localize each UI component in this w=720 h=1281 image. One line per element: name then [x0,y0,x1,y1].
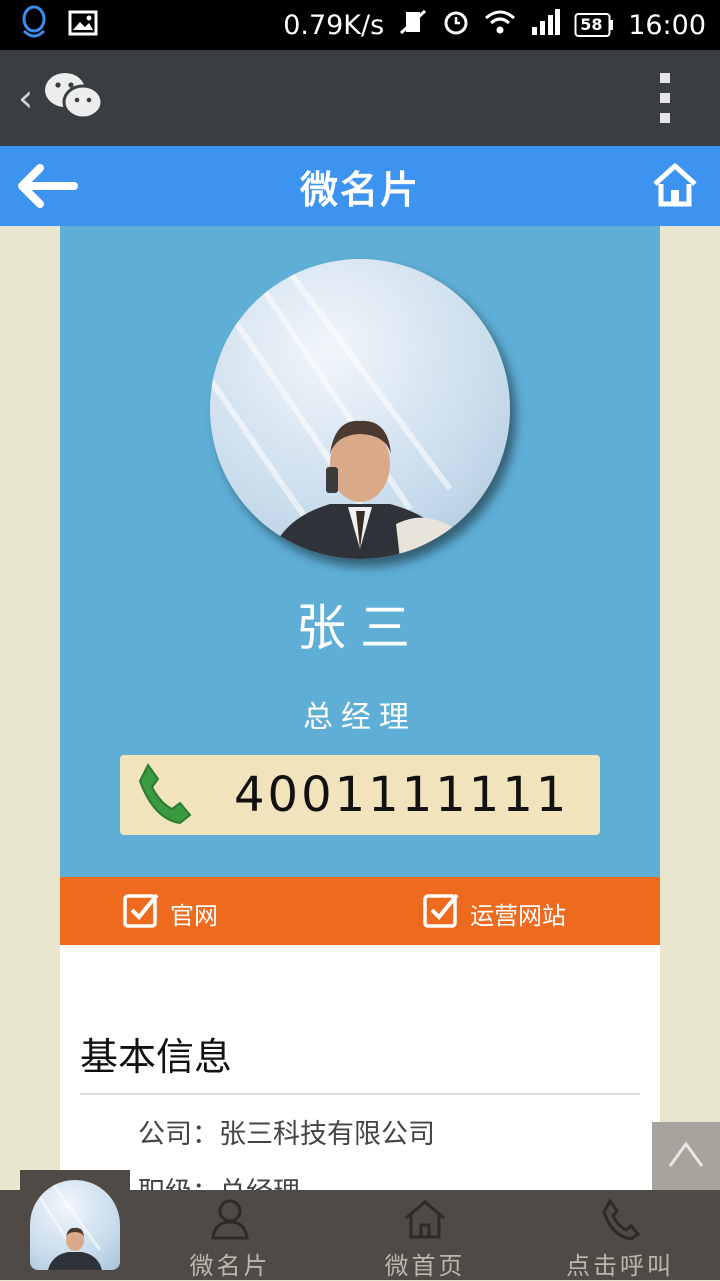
avatar-thumbnail-button[interactable] [20,1170,130,1280]
house-icon [403,1198,447,1244]
phone-icon [134,761,192,829]
link-operations-site-label: 运营网站 [470,901,566,930]
wechat-toolbar: ‹ [0,50,720,146]
wechat-logo-icon[interactable] [43,70,105,126]
avatar [210,259,510,559]
clock: 16:00 [628,9,706,41]
checkbox-icon [422,891,460,935]
divider [80,1093,640,1095]
section-title: 基本信息 [80,1035,233,1079]
home-icon[interactable] [652,162,698,212]
network-speed: 0.79K/s [283,9,385,41]
wechat-back-chevron-icon[interactable]: ‹ [18,76,33,120]
image-notification-icon [68,10,98,40]
nav-home-label: 微首页 [384,1252,466,1280]
link-bar: 官网 运营网站 [60,877,660,945]
nav-call[interactable]: 点击呼叫 [555,1190,685,1280]
contact-position: 总经理 [303,700,417,735]
title-bar: 微名片 [0,146,720,226]
qq-penguin-icon [18,5,50,45]
chevron-up-icon [666,1140,706,1172]
checkbox-icon [122,891,160,935]
nav-call-label: 点击呼叫 [566,1252,674,1280]
more-menu-icon[interactable] [660,73,670,123]
vibrate-off-icon [398,8,428,43]
profile-header: 张三 总经理 4001111111 [60,226,660,877]
nav-card-label: 微名片 [189,1252,271,1280]
nav-card[interactable]: 微名片 [170,1190,290,1280]
info-rank: 职级：总经理 [138,1170,300,1190]
battery-level: 58 [580,15,603,34]
alarm-icon [442,8,470,43]
back-arrow-icon[interactable] [18,164,78,212]
link-official-site-label: 官网 [170,901,218,930]
business-card: 张三 总经理 4001111111 官网 运营网站 基本信息 公司：张三科技有限… [60,226,660,1190]
battery-icon: 58 [574,12,614,38]
phone-outline-icon [600,1198,641,1244]
scroll-to-top-button[interactable] [652,1122,720,1190]
avatar-thumbnail [30,1180,120,1270]
nav-home[interactable]: 微首页 [365,1190,485,1280]
contact-name: 张三 [296,599,424,657]
page-title: 微名片 [299,167,420,212]
signal-icon [530,8,561,42]
user-icon [210,1198,250,1244]
phone-number: 4001111111 [234,767,570,823]
link-operations-site[interactable]: 运营网站 [422,891,566,935]
link-official-site[interactable]: 官网 [122,891,218,935]
phone-button[interactable]: 4001111111 [120,755,600,835]
info-company: 公司：张三科技有限公司 [138,1119,435,1150]
wifi-icon [484,9,516,42]
status-bar: 0.79K/s 58 16:00 [0,0,720,50]
